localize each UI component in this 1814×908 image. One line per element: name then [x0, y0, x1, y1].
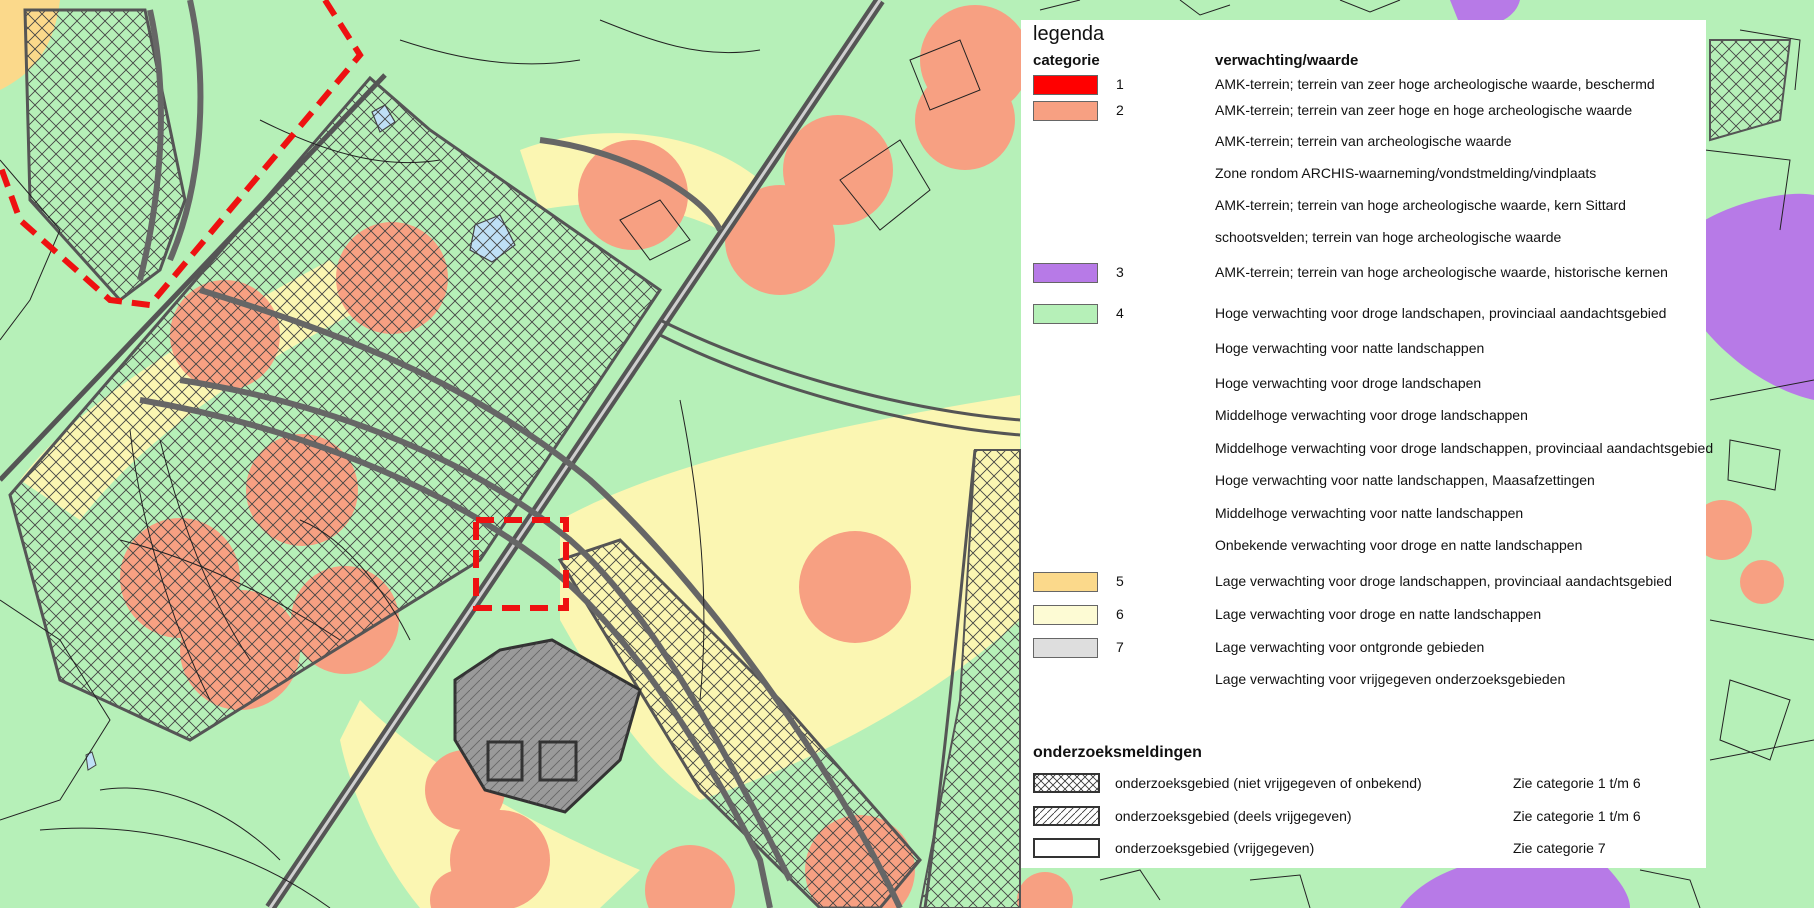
legend-title: legenda: [1033, 23, 1105, 45]
research-area-category-ref: Zie categorie 7: [1513, 840, 1606, 856]
legend-swatch-6: [1033, 605, 1098, 625]
legend-swatch-3: [1033, 263, 1098, 283]
legend-category-number: 4: [1116, 305, 1124, 321]
legend-description: Middelhoge verwachting voor droge landsc…: [1215, 440, 1714, 456]
legend-description: Hoge verwachting voor natte landschappen…: [1215, 472, 1595, 488]
legend-description: schootsvelden; terrein van hoge archeolo…: [1215, 229, 1562, 245]
research-area-category-ref: Zie categorie 1 t/m 6: [1513, 775, 1641, 791]
legend-description: Lage verwachting voor vrijgegeven onderz…: [1215, 671, 1566, 687]
zone-high-value: [578, 140, 688, 250]
research-area-label: onderzoeksgebied (niet vrijgegeven of on…: [1115, 775, 1422, 791]
onderzoeksmeldingen-title: onderzoeksmeldingen: [1033, 744, 1202, 761]
research-area-label: onderzoeksgebied (deels vrijgegeven): [1115, 808, 1352, 824]
legend-swatch-4: [1033, 304, 1098, 324]
zone-high-value: [799, 531, 911, 643]
research-pattern-swatch: [1033, 806, 1100, 826]
legend-description: AMK-terrein; terrein van hoge archeologi…: [1215, 197, 1626, 213]
legend-description: Middelhoge verwachting voor natte landsc…: [1215, 505, 1524, 521]
legend-swatch-2: [1033, 101, 1098, 121]
legend-description: Hoge verwachting voor droge landschapen: [1215, 375, 1482, 391]
zone-high-value: [915, 70, 1015, 170]
legend-description: AMK-terrein; terrein van archeologische …: [1215, 133, 1512, 149]
legend-description: AMK-terrein; terrein van hoge archeologi…: [1215, 264, 1668, 280]
legend-description: AMK-terrein; terrein van zeer hoge en ho…: [1215, 102, 1633, 118]
legend-description: Lage verwachting voor droge en natte lan…: [1215, 606, 1542, 622]
legend-category-number: 6: [1116, 606, 1124, 622]
legend-panel: legenda categorie verwachting/waarde 1 AM…: [1021, 20, 1713, 868]
legend-description: Zone rondom ARCHIS-waarneming/vondstmeld…: [1215, 165, 1597, 181]
legend-column-categorie: categorie: [1033, 52, 1100, 69]
legend-swatch-1: [1033, 75, 1098, 95]
legend-swatch-7: [1033, 638, 1098, 658]
map-screen: legenda categorie verwachting/waarde 1 AM…: [0, 0, 1814, 908]
research-area-label: onderzoeksgebied (vrijgegeven): [1115, 840, 1315, 856]
legend-description: Hoge verwachting voor droge landschapen,…: [1215, 305, 1667, 321]
legend-description: Lage verwachting voor ontgronde gebieden: [1215, 639, 1485, 655]
legend-description: Hoge verwachting voor natte landschappen: [1215, 340, 1485, 356]
legend-category-number: 1: [1116, 76, 1124, 92]
research-pattern-swatch: [1033, 773, 1100, 793]
zone-high-value: [1740, 560, 1784, 604]
legend-description: Middelhoge verwachting voor droge landsc…: [1215, 407, 1528, 423]
legend-column-verwachting: verwachting/waarde: [1215, 52, 1359, 69]
legend-category-number: 5: [1116, 573, 1124, 589]
legend-description: Onbekende verwachting voor droge en natt…: [1215, 537, 1583, 553]
legend-category-number: 2: [1116, 102, 1124, 118]
legend-description: AMK-terrein; terrein van zeer hoge arche…: [1215, 76, 1655, 92]
legend-swatch-5: [1033, 572, 1098, 592]
legend-category-number: 3: [1116, 264, 1124, 280]
research-area-category-ref: Zie categorie 1 t/m 6: [1513, 808, 1641, 824]
legend-category-number: 7: [1116, 639, 1124, 655]
legend-description: Lage verwachting voor droge landschappen…: [1215, 573, 1672, 589]
research-pattern-swatch: [1033, 838, 1100, 858]
zone-high-value: [783, 115, 893, 225]
